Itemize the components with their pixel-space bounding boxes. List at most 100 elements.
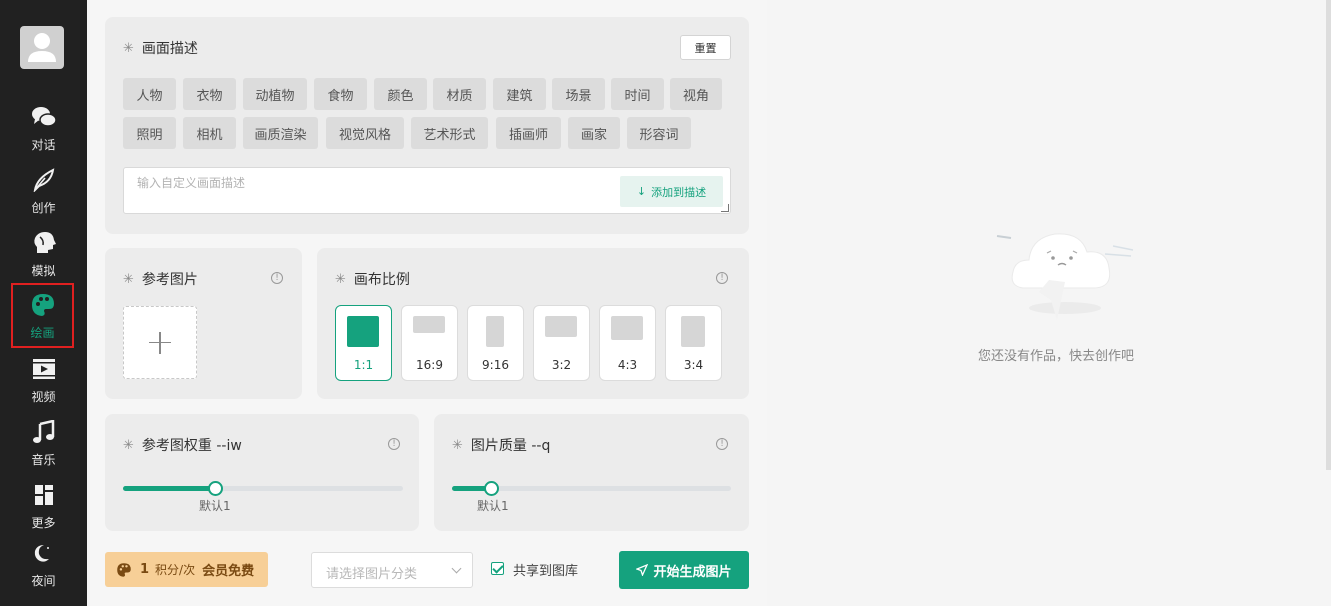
ratio-label: 3:2 (551, 358, 572, 372)
grid-icon (31, 482, 57, 508)
cost-badge: 1 积分/次 会员免费 (105, 552, 268, 587)
quality-hint: 默认1 (477, 499, 509, 513)
sidebar-item-create[interactable]: 创作 (0, 167, 87, 229)
empty-works-text: 您还没有作品，快去创作吧 (978, 349, 1135, 364)
share-checkbox[interactable] (491, 562, 504, 575)
sidebar-item-label: 更多 (31, 516, 56, 530)
category-placeholder: 请选择图片分类 (326, 567, 418, 582)
ratio-option-3x4[interactable]: 3:4 (665, 305, 722, 381)
ratio-label: 16:9 (416, 358, 443, 372)
sidebar-item-music[interactable]: 音乐 (0, 419, 87, 481)
cost-number: 1 (140, 562, 150, 577)
tag-6[interactable]: 建筑 (493, 78, 546, 110)
info-icon[interactable]: ! (388, 438, 400, 450)
tag-1[interactable]: 衣物 (183, 78, 236, 110)
user-silhouette-icon (28, 33, 56, 62)
sidebar-item-label: 夜间 (31, 574, 56, 588)
asterisk-icon: ✳ (123, 40, 134, 56)
feather-icon (31, 167, 57, 193)
tag-8[interactable]: 时间 (611, 78, 664, 110)
sidebar-item-label: 创作 (31, 201, 56, 215)
chevron-down-icon (451, 563, 462, 574)
description-placeholder: 输入自定义画面描述 (137, 176, 246, 190)
weight-hint: 默认1 (199, 499, 231, 513)
tag-4[interactable]: 颜色 (374, 78, 427, 110)
ratio-label: 9:16 (482, 358, 509, 372)
ratio-option-16x9[interactable]: 16:9 (401, 305, 458, 381)
tag-7[interactable]: 场景 (552, 78, 605, 110)
tag-2[interactable]: 动植物 (243, 78, 307, 110)
vip-free-label: 会员免费 (202, 564, 255, 579)
info-icon[interactable]: ! (716, 272, 728, 284)
tag-13[interactable]: 视觉风格 (326, 117, 404, 149)
cost-unit: 积分/次 (155, 563, 196, 577)
description-title: ✳ 画面描述 (123, 40, 198, 58)
ratio-label: 3:4 (683, 358, 704, 372)
scrollbar[interactable] (1326, 0, 1331, 470)
plus-icon (149, 331, 171, 354)
asterisk-icon: ✳ (335, 271, 346, 287)
tag-17[interactable]: 形容词 (627, 117, 691, 149)
tag-0[interactable]: 人物 (123, 78, 176, 110)
sidebar-item-night[interactable]: 夜间 (0, 540, 87, 602)
generate-image-button[interactable]: 开始生成图片 (619, 551, 749, 589)
drawing-settings-panel: ✳ 画面描述 重置 人物 衣物 动植物 食物 颜色 材质 建筑 场景 时间 视角照明 相机 画质渲染视… (87, 0, 767, 606)
description-input[interactable]: 输入自定义画面描述 ↓ 添加到描述 (123, 167, 731, 214)
empty-cloud-icon (996, 233, 1134, 320)
user-avatar[interactable] (20, 26, 64, 69)
quality-title: ✳ 图片质量 --q (452, 437, 551, 455)
sidebar-item-label: 绘画 (30, 326, 55, 340)
weight-slider[interactable] (123, 481, 403, 496)
sidebar-item-label: 视频 (31, 390, 56, 404)
ratio-preview-shape (413, 316, 445, 333)
tag-3[interactable]: 食物 (314, 78, 367, 110)
weight-title: ✳ 参考图权重 --iw (123, 437, 242, 455)
music-note-icon (31, 419, 57, 445)
asterisk-icon: ✳ (123, 271, 134, 287)
asterisk-icon: ✳ (123, 437, 134, 453)
canvas-title: ✳ 画布比例 (335, 271, 410, 289)
ratio-option-9x16[interactable]: 9:16 (467, 305, 524, 381)
upload-reference-button[interactable] (123, 306, 197, 379)
quality-slider-handle[interactable] (484, 481, 499, 496)
arrow-down-icon: ↓ (636, 185, 647, 198)
ratio-preview-shape (681, 316, 705, 347)
add-to-description-button[interactable]: ↓ 添加到描述 (620, 176, 723, 207)
sidebar-item-label: 对话 (31, 138, 56, 152)
tag-11[interactable]: 相机 (183, 117, 236, 149)
ratio-label: 4:3 (617, 358, 638, 372)
ratio-preview-shape (545, 316, 577, 337)
quality-slider[interactable] (452, 481, 731, 496)
ratio-preview-shape (486, 316, 504, 347)
resize-grip-icon[interactable] (721, 204, 729, 212)
reference-title: ✳ 参考图片 (123, 271, 198, 289)
video-play-icon (31, 356, 57, 382)
asterisk-icon: ✳ (452, 437, 463, 453)
reset-button[interactable]: 重置 (680, 35, 731, 60)
info-icon[interactable]: ! (271, 272, 283, 284)
category-select[interactable]: 请选择图片分类 (311, 552, 473, 588)
sidebar-item-video[interactable]: 视频 (0, 356, 87, 418)
tag-16[interactable]: 画家 (568, 117, 620, 149)
sidebar: 对话 创作 模拟 绘画 视频 音乐 更多 夜间 (0, 0, 87, 606)
tag-14[interactable]: 艺术形式 (411, 117, 488, 149)
ratio-option-1x1[interactable]: 1:1 (335, 305, 392, 381)
sidebar-item-chat[interactable]: 对话 (0, 104, 87, 166)
sidebar-item-label: 模拟 (31, 264, 56, 278)
tag-9[interactable]: 视角 (670, 78, 722, 110)
ratio-option-3x2[interactable]: 3:2 (533, 305, 590, 381)
sidebar-item-draw[interactable]: 绘画 (11, 283, 74, 348)
sidebar-item-label: 音乐 (31, 453, 56, 467)
ratio-option-4x3[interactable]: 4:3 (599, 305, 656, 381)
info-icon[interactable]: ! (716, 438, 728, 450)
tag-5[interactable]: 材质 (433, 78, 486, 110)
ratio-preview-shape (611, 316, 643, 340)
tag-15[interactable]: 插画师 (496, 117, 561, 149)
sidebar-item-more[interactable]: 更多 (0, 482, 87, 544)
tag-10[interactable]: 照明 (123, 117, 176, 149)
tag-12[interactable]: 画质渲染 (243, 117, 318, 149)
share-label[interactable]: 共享到图库 (513, 560, 578, 579)
ratio-preview-shape (347, 316, 379, 347)
weight-card (105, 414, 419, 531)
weight-slider-handle[interactable] (208, 481, 223, 496)
